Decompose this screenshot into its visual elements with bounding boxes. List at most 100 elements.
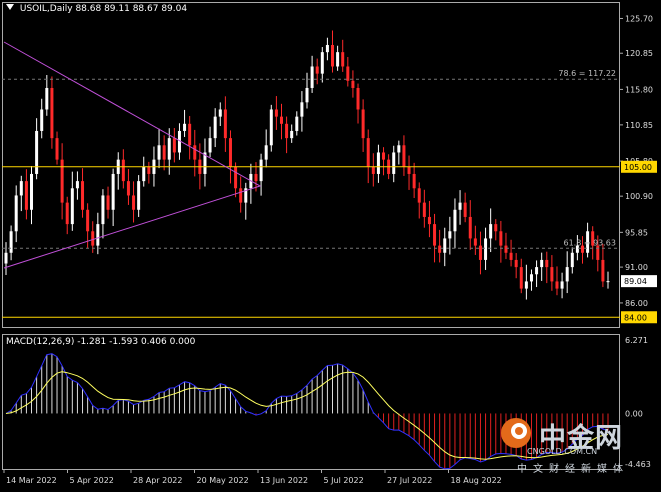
candle-body <box>91 231 95 246</box>
candle-body <box>167 138 171 160</box>
candle-body <box>111 173 115 210</box>
candle-body <box>157 145 161 160</box>
candle-body <box>279 116 283 124</box>
candle-body <box>407 166 411 174</box>
time-label: 28 Apr 2022 <box>133 476 182 485</box>
candle-body <box>310 66 314 88</box>
price-tick-label: 115.80 <box>625 85 653 94</box>
candle-body <box>234 166 238 189</box>
candle-body <box>468 216 472 239</box>
candle-body <box>147 166 151 174</box>
candle-body <box>448 231 452 239</box>
candle-body <box>264 145 268 160</box>
candle-body <box>489 224 493 239</box>
candle-body <box>4 252 8 264</box>
candle-body <box>331 44 335 67</box>
candle-body <box>96 224 100 246</box>
candle-body <box>504 245 508 253</box>
candle-body <box>325 44 329 53</box>
candle-body <box>254 173 258 182</box>
watermark-url: CNGOLD.COM.CN <box>527 447 598 456</box>
candle-body <box>351 80 355 88</box>
candles <box>4 30 610 300</box>
candle-body <box>422 202 426 217</box>
candle-body <box>529 274 533 282</box>
candle-body <box>397 145 401 153</box>
candle-body <box>193 145 197 160</box>
current-price-label: 89.04 <box>624 277 647 286</box>
candle-body <box>9 231 13 253</box>
candle-body <box>346 66 350 81</box>
candle-body <box>545 259 549 268</box>
candle-body <box>382 152 386 160</box>
candle-body <box>228 138 232 167</box>
chart-window[interactable]: 125.70120.85115.80110.85105.80100.9095.8… <box>0 0 661 488</box>
chart-title: USOIL,Daily 88.68 89.11 88.67 89.04 <box>6 4 187 14</box>
price-tick-label: 100.90 <box>625 192 653 201</box>
price-panel-frame <box>2 2 620 328</box>
candle-body <box>596 245 600 260</box>
candle-body <box>356 87 360 110</box>
triangle-pattern <box>3 41 262 269</box>
candle-body <box>300 102 304 117</box>
candle-body <box>361 109 365 139</box>
candle-body <box>75 181 79 189</box>
candle-body <box>443 238 447 253</box>
candle-body <box>417 188 421 203</box>
time-label: 18 Aug 2022 <box>451 476 502 485</box>
candle-body <box>106 195 110 210</box>
candle-body <box>519 267 523 289</box>
candle-body <box>412 173 416 189</box>
candle-body <box>208 138 212 153</box>
candle-body <box>555 281 559 289</box>
price-tick-label: 91.00 <box>625 263 648 272</box>
candle-body <box>499 231 503 246</box>
candle-body <box>484 238 488 260</box>
price-tick-label: 110.85 <box>625 121 653 130</box>
candle-body <box>172 138 176 153</box>
candle-body <box>494 224 498 232</box>
candle-body <box>535 267 539 275</box>
candle-body <box>86 209 90 232</box>
time-label: 13 Jun 2022 <box>260 476 308 485</box>
candle-body <box>570 252 574 268</box>
candle-body <box>142 166 146 182</box>
watermark-sub: 中文财经新媒体 <box>517 464 629 475</box>
candle-body <box>126 181 130 196</box>
candle-body <box>540 259 544 268</box>
candle-body <box>35 130 39 174</box>
ohlc-values: 88.68 89.11 88.67 89.04 <box>75 4 188 14</box>
candle-body <box>213 116 217 139</box>
candle-body <box>320 52 324 74</box>
candle-body <box>239 188 243 203</box>
candle-body <box>188 123 192 146</box>
candle-body <box>427 216 431 225</box>
candle-body <box>560 281 564 289</box>
candle-body <box>55 138 59 160</box>
candle-body <box>376 152 380 174</box>
candle-body <box>453 209 457 232</box>
candle-body <box>371 166 375 174</box>
time-label: 5 Jul 2022 <box>324 476 364 485</box>
candle-body <box>60 159 64 203</box>
dropdown-triangle-icon[interactable] <box>6 4 14 10</box>
candle-body <box>40 109 44 131</box>
candle-body <box>315 66 319 74</box>
candle-body <box>366 138 370 167</box>
candle-body <box>14 195 18 232</box>
candle-body <box>606 281 610 283</box>
candle-body <box>274 109 278 117</box>
time-label: 14 Mar 2022 <box>6 476 57 485</box>
candle-body <box>269 109 273 146</box>
candle-body <box>223 109 227 139</box>
candle-body <box>121 159 125 182</box>
candle-body <box>70 188 74 225</box>
cngold-logo-icon <box>501 418 531 448</box>
macd-scale-label: 6.271 <box>625 336 648 345</box>
candle-body <box>514 259 518 268</box>
candle-body <box>50 87 54 139</box>
candle-body <box>45 87 49 110</box>
candle-body <box>433 224 437 246</box>
candle-body <box>30 173 34 210</box>
candle-body <box>218 109 222 117</box>
